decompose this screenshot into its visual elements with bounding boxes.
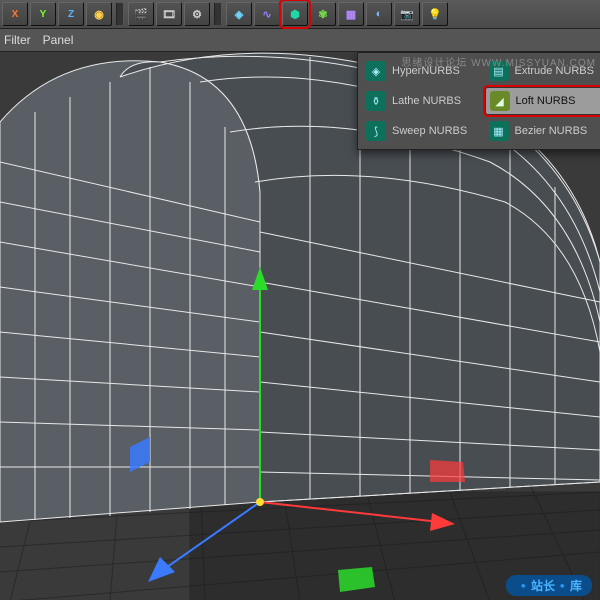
axis-y-button[interactable]: Y — [30, 2, 56, 26]
menu-loft-nurbs[interactable]: ◢ Loft NURBS — [485, 87, 600, 115]
menu-filter[interactable]: Filter — [4, 33, 31, 47]
toolbar: X Y Z ◉ 🎬 🎞 ⚙ ◈ ∿ ⬢ ✾ ▦ ◐ 📷 💡 — [0, 0, 600, 29]
hypernurbs-icon: ◈ — [366, 61, 386, 81]
light-button[interactable]: 💡 — [422, 2, 448, 26]
array-button[interactable]: ✾ — [310, 2, 336, 26]
separator — [116, 3, 124, 25]
menu-panel[interactable]: Panel — [43, 33, 74, 47]
camera-button[interactable]: 📷 — [394, 2, 420, 26]
watermark-top: 思绪设计论坛 WWW.MISSYUAN.COM — [401, 54, 596, 69]
coord-system-button[interactable]: ◉ — [86, 2, 112, 26]
spline-button[interactable]: ∿ — [254, 2, 280, 26]
nurbs-button[interactable]: ⬢ — [282, 2, 308, 26]
highlight-box — [279, 0, 311, 29]
environment-button[interactable]: ◐ — [366, 2, 392, 26]
lathe-icon: ⚱ — [366, 91, 386, 111]
axis-x-button[interactable]: X — [2, 2, 28, 26]
watermark-badge: 🔹站长🔹库 — [506, 575, 592, 596]
bezier-icon: ▦ — [489, 121, 509, 141]
deformer-button[interactable]: ▦ — [338, 2, 364, 26]
cube-primitive-button[interactable]: ◈ — [226, 2, 252, 26]
menu-label: Sweep NURBS — [392, 125, 467, 137]
menu-sweep-nurbs[interactable]: ⟆ Sweep NURBS — [362, 117, 483, 145]
viewport-3d[interactable]: ◈ HyperNURBS ▤ Extrude NURBS ⚱ Lathe NUR… — [0, 52, 600, 600]
loft-icon: ◢ — [490, 91, 510, 111]
render-view-button[interactable]: 🎬 — [128, 2, 154, 26]
sweep-icon: ⟆ — [366, 121, 386, 141]
menu-label: Lathe NURBS — [392, 95, 461, 107]
axis-z-button[interactable]: Z — [58, 2, 84, 26]
render-region-button[interactable]: 🎞 — [156, 2, 182, 26]
menu-label: Loft NURBS — [516, 95, 576, 107]
render-settings-button[interactable]: ⚙ — [184, 2, 210, 26]
menu-label: Bezier NURBS — [515, 125, 588, 137]
separator — [214, 3, 222, 25]
menu-lathe-nurbs[interactable]: ⚱ Lathe NURBS — [362, 87, 483, 115]
viewport-menubar: Filter Panel — [0, 29, 600, 52]
menu-bezier-nurbs[interactable]: ▦ Bezier NURBS — [485, 117, 600, 145]
